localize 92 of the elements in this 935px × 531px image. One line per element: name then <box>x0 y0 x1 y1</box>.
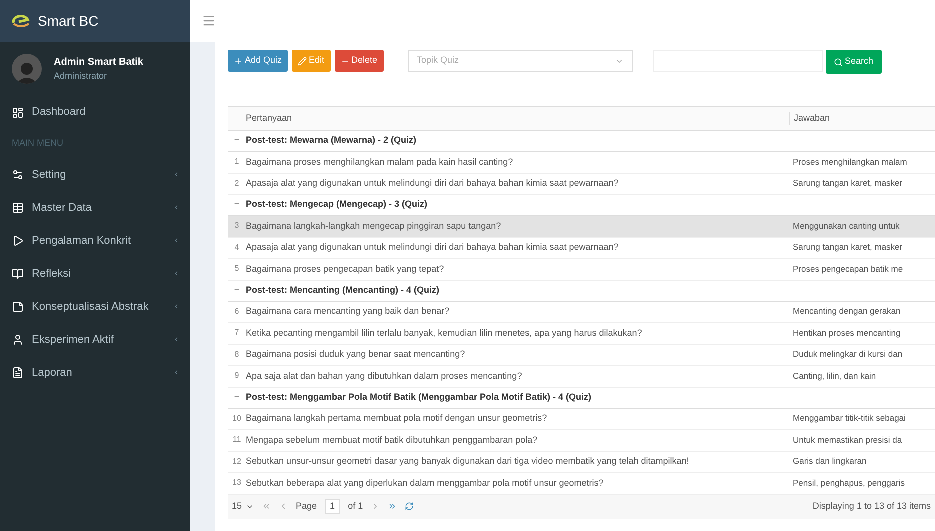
table-cell-text: Pensil, penghapus, penggaris <box>792 476 906 490</box>
sidebar-item[interactable]: Konseptualisasi Abstrak ‹ <box>0 290 190 324</box>
row-number: 10 <box>232 412 242 425</box>
table-cell-text: Bagaimana cara mencanting yang baik dan benar? <box>246 305 451 318</box>
row-number: 12 <box>232 456 242 468</box>
group-toggle[interactable]: − <box>228 390 246 404</box>
last-page-icon[interactable] <box>388 502 398 511</box>
row-number: 11 <box>232 434 242 446</box>
row-number: 2 <box>234 178 240 190</box>
group-title: Post-test: Mencanting (Mencanting) - 4 (Quiz) <box>246 284 440 297</box>
page-count: of 1 <box>348 500 364 513</box>
table-cell-text: Garis dan lingkaran <box>792 455 868 468</box>
row-number: 3 <box>234 220 240 232</box>
table-row[interactable]: 6 Bagaimana cara mencanting yang baik dan benar? Mencanting dengan gerakan <box>228 302 935 323</box>
row-number: 13 <box>232 477 242 490</box>
table-cell-text: Menggunakan canting untuk <box>792 220 901 233</box>
table-cell-text: Mencanting dengan gerakan <box>792 305 902 318</box>
table-cell-text: Proses menghilangkan malam <box>792 156 908 169</box>
logo-icon <box>12 14 30 28</box>
table-row[interactable]: 2 Apasaja alat yang digunakan untuk melindungi diri dari bahaya bahan kimia saat pewarnaan? Sarung tangan karet, masker <box>228 174 935 195</box>
table-cell-text: Menggambar titik-titik sebagai <box>792 412 907 426</box>
table-cell-text: Sebutkan unsur-unsur geometri dasar yang banyak digunakan dari tiga video membatik yang telah ditampilkan! <box>246 455 690 468</box>
table-cell-text: Duduk melingkar di kursi dan <box>792 348 904 362</box>
app-title: Smart BC <box>38 12 99 30</box>
menu-header: MAIN MENU <box>11 137 64 150</box>
row-number: 9 <box>234 370 240 382</box>
refresh-icon[interactable] <box>405 502 414 511</box>
dashboard-icon <box>12 106 24 118</box>
first-page-icon[interactable] <box>262 502 272 511</box>
row-number: 4 <box>234 242 240 254</box>
table-row[interactable]: 4 Apasaja alat yang digunakan untuk melindungi diri dari bahaya bahan kimia saat pewarnaan? Sarung tangan karet, masker <box>228 238 935 259</box>
sidebar-item[interactable]: Laporan ‹ <box>0 356 190 390</box>
table-cell-text: Sebutkan beberapa alat yang diperlukan dalam menggambar pola motif unsur geometris? <box>246 476 605 490</box>
add-quiz-button[interactable]: Add Quiz <box>228 50 288 72</box>
settings-icon <box>12 169 24 181</box>
table-cell-text: Sarung tangan karet, masker <box>792 177 904 190</box>
table-row[interactable]: 8 Bagaimana posisi duduk yang benar saat mencanting? Duduk melingkar di kursi dan <box>228 344 935 366</box>
table-cell-text: Sarung tangan karet, masker <box>792 241 904 254</box>
plus-icon <box>234 56 243 66</box>
user-silhouette-icon <box>16 60 38 84</box>
page-field[interactable]: 1 <box>325 498 340 514</box>
table-cell-text: Canting, lilin, dan kain <box>792 370 878 383</box>
table-cell-text: Apa saja alat dan bahan yang dibutuhkan dalam proses mencanting? <box>246 370 524 383</box>
group-title: Post-test: Mewarna (Mewarna) - 2 (Quiz) <box>246 134 417 148</box>
row-number: 5 <box>234 263 240 276</box>
table-cell-text: Proses pengecapan batik me <box>792 262 904 276</box>
page-label: Page <box>296 500 318 513</box>
column-header[interactable]: Jawaban <box>789 112 935 126</box>
page-size-select[interactable]: 15 <box>232 500 254 514</box>
group-toggle[interactable]: − <box>228 198 246 212</box>
row-number: 6 <box>234 306 240 318</box>
play-icon <box>12 235 24 247</box>
table-cell-text: Bagaimana langkah-langkah mengecap pinggiran sapu tangan? <box>246 220 502 233</box>
table-cell-text: Bagaimana proses pengecapan batik yang tepat? <box>246 262 446 276</box>
row-number: 1 <box>234 156 240 168</box>
row-number: 7 <box>234 327 240 340</box>
delete-button[interactable]: Delete <box>334 50 384 72</box>
user-role: Administrator <box>54 70 108 83</box>
group-title: Post-test: Mengecap (Mengecap) - 3 (Quiz) <box>246 198 428 212</box>
row-number: 8 <box>234 348 240 361</box>
group-title: Post-test: Menggambar Pola Motif Batik (Menggambar Pola Motif Batik) - 4 (Quiz) <box>246 390 592 404</box>
table-cell-text: Hentikan proses mencanting <box>792 326 902 340</box>
table-icon <box>12 202 24 214</box>
table-cell-text: Bagaimana proses menghilangkan malam pada kain hasil canting? <box>246 156 514 169</box>
menu-icon[interactable] <box>202 14 216 28</box>
table-row[interactable]: 12 Sebutkan unsur-unsur geometri dasar yang banyak digunakan dari tiga video membatik yang telah ditampilkan! Garis dan lingkaran <box>228 452 935 473</box>
edit-icon <box>298 56 308 66</box>
table-cell-text: Bagaimana langkah pertama membuat pola motif dengan unsur geometris? <box>246 412 548 425</box>
user-name: Admin Smart Batik <box>54 56 144 70</box>
table-cell-text: Apasaja alat yang digunakan untuk melindungi diri dari bahaya bahan kimia saat pewarnaan? <box>246 241 620 254</box>
table-cell-text: Mengapa sebelum membuat motif batik dibutuhkan penggambaran pola? <box>246 434 539 447</box>
sidebar-item[interactable]: Master Data ‹ <box>0 192 190 224</box>
table-cell-text: Bagaimana posisi duduk yang benar saat mencanting? <box>246 348 466 361</box>
book-icon <box>12 268 24 280</box>
user-icon <box>12 334 24 346</box>
search-icon <box>834 58 843 66</box>
sidebar-item[interactable]: Refleksi ‹ <box>0 258 190 290</box>
sidebar-item[interactable]: Setting ‹ <box>0 158 190 192</box>
table-row[interactable]: 3 Bagaimana langkah-langkah mengecap pinggiran sapu tangan? Menggunakan canting untuk <box>228 216 935 238</box>
column-header[interactable]: Pertanyaan <box>246 112 789 126</box>
sidebar-item[interactable]: Dashboard <box>0 96 190 129</box>
table-cell-text: Apasaja alat yang digunakan untuk melindungi diri dari bahaya bahan kimia saat pewarnaan? <box>246 177 620 190</box>
table-cell-text: Untuk memastikan presisi da <box>792 434 904 447</box>
group-toggle[interactable]: − <box>228 134 246 148</box>
sidebar-item[interactable]: Pengalaman Konkrit ‹ <box>0 224 190 258</box>
document-icon <box>12 367 24 379</box>
table-row[interactable]: 10 Bagaimana langkah pertama membuat pola motif dengan unsur geometris? Menggambar titik-titik sebagai <box>228 408 935 430</box>
pagination-summary: Displaying 1 to 13 of 13 items <box>812 500 931 513</box>
note-icon <box>12 301 24 313</box>
group-toggle[interactable]: − <box>228 284 246 298</box>
table-cell-text: Ketika pecanting mengambil lilin terlalu banyak, kemudian lilin menetes, apa yang harus dilakukan? <box>246 326 644 340</box>
sidebar-item[interactable]: Eksperimen Aktif ‹ <box>0 324 190 356</box>
